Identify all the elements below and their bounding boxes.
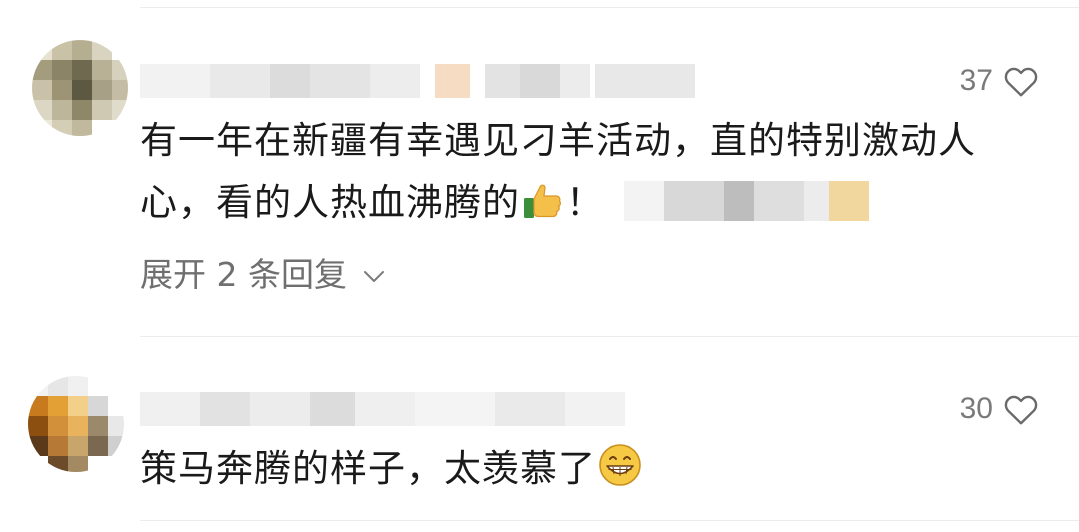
expand-replies-button[interactable]: 展开 2 条回复 <box>140 248 385 296</box>
divider <box>140 336 1079 337</box>
like-count: 30 <box>959 392 993 425</box>
comment-text-part: 心，看的人热血沸腾的 <box>140 181 520 224</box>
divider-top <box>140 7 1079 8</box>
username[interactable] <box>140 392 700 426</box>
expand-replies-label: 展开 2 条回复 <box>140 255 347 294</box>
like-button[interactable]: 30 <box>960 392 1039 426</box>
comment-text-punct: ！ <box>566 181 604 224</box>
avatar[interactable] <box>32 40 128 136</box>
comment-text-line1: 有一年在新疆有幸遇见刁羊活动，直的特别激动人 <box>140 119 976 162</box>
username[interactable] <box>140 64 700 98</box>
avatar[interactable] <box>28 376 124 472</box>
thumbs-up-icon <box>522 178 564 240</box>
grinning-face-icon <box>598 443 642 506</box>
heart-icon <box>1003 64 1039 98</box>
comment-text-part: 策马奔腾的样子，太羡慕了 <box>140 447 596 490</box>
heart-icon <box>1003 392 1039 426</box>
blurred-mention <box>624 181 874 221</box>
comment-text-line2: 心，看的人热血沸腾的 ！ <box>140 172 1045 240</box>
like-button[interactable]: 37 <box>960 64 1039 98</box>
comment-text: 策马奔腾的样子，太羡慕了 <box>140 438 1045 506</box>
chevron-down-icon <box>363 253 385 292</box>
comment-text: 有一年在新疆有幸遇见刁羊活动，直的特别激动人 心，看的人热血沸腾的 ！ <box>140 110 1045 240</box>
divider-bottom <box>140 520 1079 521</box>
like-count: 37 <box>959 64 993 97</box>
